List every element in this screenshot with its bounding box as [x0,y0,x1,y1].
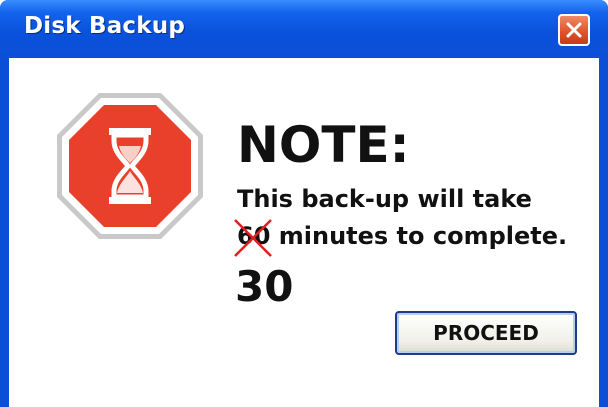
title-bar[interactable]: Disk Backup [0,0,608,58]
message-line-1: This back-up will take [237,185,532,213]
new-minutes: 30 [235,262,294,311]
window-title: Disk Backup [24,13,185,39]
close-icon [566,22,582,38]
message-line-2: 60 minutes to complete. [234,219,568,257]
close-button[interactable] [558,14,590,46]
dialog-body: NOTE: This back-up will take 60 minutes … [9,58,599,407]
note-heading: NOTE: [237,116,410,174]
strike-cross-icon [234,219,272,257]
proceed-button[interactable]: PROCEED [395,311,577,355]
old-minutes-struck: 60 [234,219,272,257]
stop-hourglass-icon [57,93,203,239]
dialog-window: Disk Backup NOTE: This back-up will take… [0,0,608,407]
message-line-2-rest: minutes to complete. [270,222,568,250]
